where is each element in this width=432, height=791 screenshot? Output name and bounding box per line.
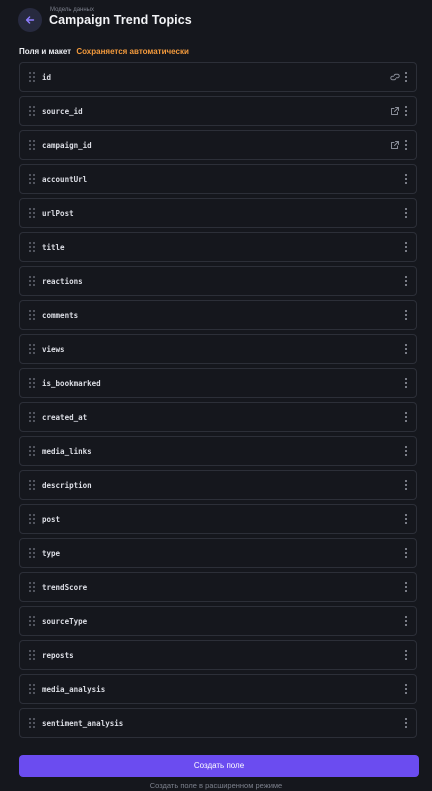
more-options-icon[interactable] bbox=[403, 275, 409, 287]
field-row[interactable]: media_links bbox=[19, 436, 417, 466]
more-options-icon[interactable] bbox=[403, 173, 409, 185]
field-name: urlPost bbox=[42, 209, 74, 218]
external-link-icon[interactable] bbox=[390, 106, 400, 116]
field-name: reactions bbox=[42, 277, 83, 286]
section-header: Поля и макет Сохраняется автоматически bbox=[19, 46, 189, 57]
drag-handle-icon[interactable] bbox=[29, 684, 35, 694]
more-options-icon[interactable] bbox=[403, 615, 409, 627]
field-row[interactable]: media_analysis bbox=[19, 674, 417, 704]
field-row[interactable]: campaign_id bbox=[19, 130, 417, 160]
drag-handle-icon[interactable] bbox=[29, 616, 35, 626]
more-options-icon[interactable] bbox=[403, 649, 409, 661]
more-options-icon[interactable] bbox=[403, 207, 409, 219]
page-title: Campaign Trend Topics bbox=[49, 13, 192, 27]
field-row[interactable]: is_bookmarked bbox=[19, 368, 417, 398]
drag-handle-icon[interactable] bbox=[29, 548, 35, 558]
field-row[interactable]: created_at bbox=[19, 402, 417, 432]
back-button[interactable] bbox=[18, 8, 42, 32]
field-name: type bbox=[42, 549, 61, 558]
more-options-icon[interactable] bbox=[403, 547, 409, 559]
drag-handle-icon[interactable] bbox=[29, 446, 35, 456]
field-row[interactable]: accountUrl bbox=[19, 164, 417, 194]
field-row[interactable]: sourceType bbox=[19, 606, 417, 636]
autosave-status: Сохраняется автоматически bbox=[76, 47, 189, 56]
field-row[interactable]: reactions bbox=[19, 266, 417, 296]
field-row[interactable]: source_id bbox=[19, 96, 417, 126]
more-options-icon[interactable] bbox=[403, 343, 409, 355]
more-options-icon[interactable] bbox=[403, 71, 409, 83]
drag-handle-icon[interactable] bbox=[29, 412, 35, 422]
more-options-icon[interactable] bbox=[403, 513, 409, 525]
drag-handle-icon[interactable] bbox=[29, 650, 35, 660]
drag-handle-icon[interactable] bbox=[29, 242, 35, 252]
field-name: media_links bbox=[42, 447, 92, 456]
drag-handle-icon[interactable] bbox=[29, 310, 35, 320]
link-icon[interactable] bbox=[390, 72, 400, 82]
field-name: post bbox=[42, 515, 61, 524]
field-row[interactable]: trendScore bbox=[19, 572, 417, 602]
field-name: title bbox=[42, 243, 65, 252]
field-list: id source_id campaign_id accountUrl urlPost t… bbox=[19, 62, 417, 742]
field-row[interactable]: views bbox=[19, 334, 417, 364]
drag-handle-icon[interactable] bbox=[29, 276, 35, 286]
field-row[interactable]: title bbox=[19, 232, 417, 262]
drag-handle-icon[interactable] bbox=[29, 72, 35, 82]
field-row[interactable]: comments bbox=[19, 300, 417, 330]
drag-handle-icon[interactable] bbox=[29, 480, 35, 490]
field-name: is_bookmarked bbox=[42, 379, 101, 388]
field-row[interactable]: post bbox=[19, 504, 417, 534]
field-name: reposts bbox=[42, 651, 74, 660]
more-options-icon[interactable] bbox=[403, 683, 409, 695]
field-row[interactable]: id bbox=[19, 62, 417, 92]
drag-handle-icon[interactable] bbox=[29, 174, 35, 184]
more-options-icon[interactable] bbox=[403, 445, 409, 457]
field-name: created_at bbox=[42, 413, 88, 422]
drag-handle-icon[interactable] bbox=[29, 718, 35, 728]
create-field-button[interactable]: Создать поле bbox=[19, 755, 419, 777]
field-name: source_id bbox=[42, 107, 83, 116]
external-link-icon[interactable] bbox=[390, 140, 400, 150]
field-row[interactable]: urlPost bbox=[19, 198, 417, 228]
drag-handle-icon[interactable] bbox=[29, 344, 35, 354]
more-options-icon[interactable] bbox=[403, 377, 409, 389]
drag-handle-icon[interactable] bbox=[29, 208, 35, 218]
drag-handle-icon[interactable] bbox=[29, 106, 35, 116]
more-options-icon[interactable] bbox=[403, 309, 409, 321]
more-options-icon[interactable] bbox=[403, 105, 409, 117]
drag-handle-icon[interactable] bbox=[29, 140, 35, 150]
field-name: id bbox=[42, 73, 52, 82]
field-row[interactable]: description bbox=[19, 470, 417, 500]
drag-handle-icon[interactable] bbox=[29, 514, 35, 524]
more-options-icon[interactable] bbox=[403, 479, 409, 491]
more-options-icon[interactable] bbox=[403, 717, 409, 729]
field-name: trendScore bbox=[42, 583, 88, 592]
field-row[interactable]: reposts bbox=[19, 640, 417, 670]
field-row[interactable]: sentiment_analysis bbox=[19, 708, 417, 738]
more-options-icon[interactable] bbox=[403, 139, 409, 151]
page-header: Модель данных Campaign Trend Topics bbox=[0, 0, 432, 40]
more-options-icon[interactable] bbox=[403, 581, 409, 593]
field-name: sourceType bbox=[42, 617, 88, 626]
field-name: views bbox=[42, 345, 65, 354]
field-name: media_analysis bbox=[42, 685, 106, 694]
field-name: comments bbox=[42, 311, 79, 320]
field-name: sentiment_analysis bbox=[42, 719, 124, 728]
more-options-icon[interactable] bbox=[403, 241, 409, 253]
field-name: campaign_id bbox=[42, 141, 92, 150]
drag-handle-icon[interactable] bbox=[29, 378, 35, 388]
section-title: Поля и макет bbox=[19, 47, 72, 56]
field-row[interactable]: type bbox=[19, 538, 417, 568]
field-name: accountUrl bbox=[42, 175, 88, 184]
drag-handle-icon[interactable] bbox=[29, 582, 35, 592]
field-name: description bbox=[42, 481, 92, 490]
arrow-left-icon bbox=[25, 16, 35, 24]
more-options-icon[interactable] bbox=[403, 411, 409, 423]
